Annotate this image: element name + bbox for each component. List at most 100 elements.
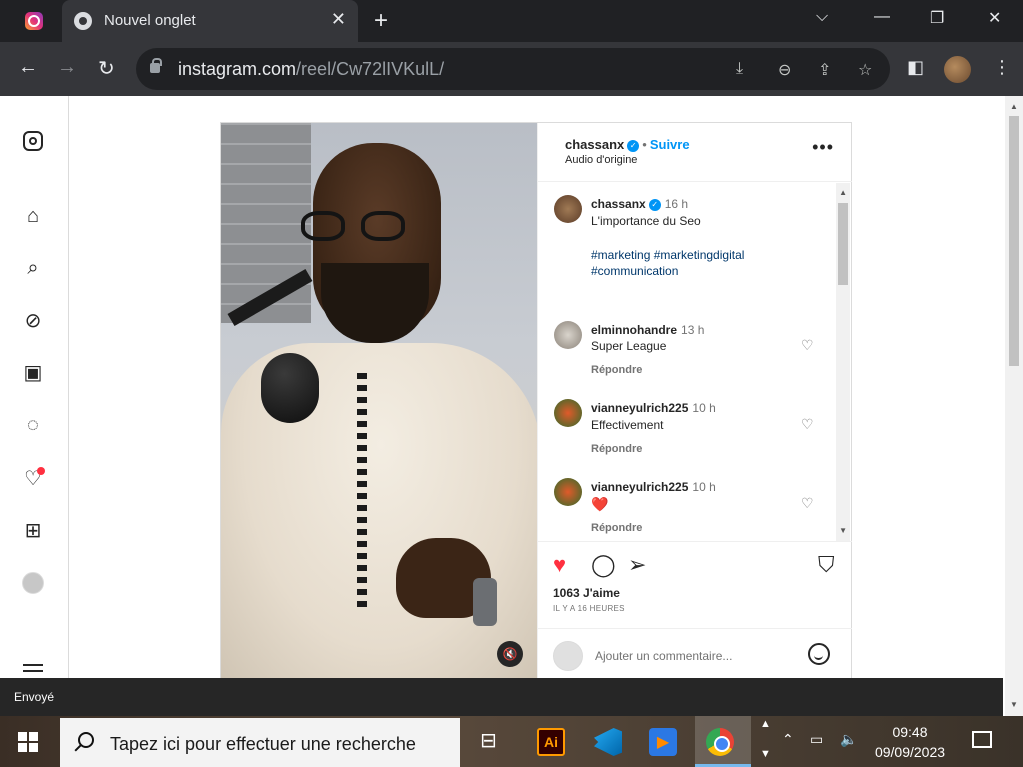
avatar[interactable] [554,321,582,349]
media-player-icon[interactable]: ▶ [649,728,677,756]
browser-toolbar: ← → ↻ instagram.com/reel/Cw72lIVKulL/ ⤓ … [0,42,1023,96]
video-person-glasses [301,211,441,243]
share-post-icon[interactable]: ➢ [628,552,646,578]
comments-scrollbar-thumb[interactable] [838,203,848,285]
scroll-down-icon[interactable]: ▼ [839,526,847,535]
network-icon[interactable]: ▭ [810,731,823,748]
caption-hashtags-1[interactable]: #marketing #marketingdigital [591,248,744,262]
reply-button[interactable]: Répondre [591,522,642,534]
tab-search-icon[interactable]: ⌵ [816,8,828,26]
page-scroll-up-icon[interactable]: ▲ [1010,102,1018,111]
search-icon[interactable]: ⌕ [21,256,45,280]
instagram-logo-icon[interactable] [21,129,45,153]
page-scrollbar-thumb[interactable] [1009,116,1019,366]
comment-like-icon[interactable]: ♡ [801,495,814,512]
likes-count[interactable]: 1063 J'aime [553,586,620,600]
taskbar-search-placeholder: Tapez ici pour effectuer une recherche [110,734,416,754]
task-view-icon[interactable]: ⊟ [480,728,497,753]
back-icon[interactable]: ← [18,56,38,79]
overflow-up-icon[interactable]: ▲ [760,718,771,730]
reply-button[interactable]: Répondre [591,364,642,376]
caption-hashtags-2[interactable]: #communication [591,264,678,278]
home-icon[interactable]: ⌂ [21,204,45,228]
mute-icon[interactable]: 🔇 [497,641,523,667]
forward-icon[interactable]: → [57,56,77,79]
tab-new[interactable]: Nouvel onglet ✕ [62,0,358,42]
avatar[interactable] [554,478,582,506]
reels-icon[interactable]: ▣ [21,360,45,384]
close-tab-icon[interactable]: ✕ [331,9,346,30]
action-center-icon[interactable] [972,731,992,748]
comment-time: 10 h [692,480,716,494]
overflow-down-icon[interactable]: ▼ [760,748,771,760]
star-icon[interactable]: ☆ [858,60,872,80]
comment-input[interactable]: Ajouter un commentaire... [595,649,732,663]
lock-icon[interactable] [150,58,162,73]
search-icon [78,732,94,748]
like-icon[interactable]: ♥ [553,552,566,578]
side-panel-icon[interactable]: ◧ [907,57,924,78]
minimize-button[interactable]: — [874,8,890,26]
taskbar-search[interactable]: Tapez ici pour effectuer une recherche [60,718,460,767]
show-hidden-icons[interactable]: ⌃ [782,731,794,748]
share-icon[interactable]: ⇪ [818,60,831,80]
reply-button[interactable]: Répondre [591,443,642,455]
clock-time: 09:48 [892,724,928,740]
reload-icon[interactable]: ↻ [98,56,115,81]
comment-text: Super League [591,339,667,353]
comment-username[interactable]: vianneyulrich225 [591,480,688,494]
comment-user: vianneyulrich225 10 h [591,480,716,494]
comment-like-icon[interactable]: ♡ [801,337,814,354]
comment-time: 10 h [692,401,716,415]
comment-time: 13 h [681,323,705,337]
caption-text: L'importance du Seo [591,214,701,228]
audio-label[interactable]: Audio d'origine [565,154,637,166]
new-tab-button[interactable]: + [374,7,388,35]
restore-button[interactable]: ❐ [930,8,944,28]
add-comment-bar: Ajouter un commentaire... [538,628,852,678]
tab-instagram[interactable] [10,0,58,42]
more-menu-icon[interactable] [23,664,43,666]
profile-avatar-sidebar[interactable] [22,572,44,594]
address-bar[interactable]: instagram.com/reel/Cw72lIVKulL/ ⤓ ⊖ ⇪ ☆ [136,48,890,90]
comment-username[interactable]: elminnohandre [591,323,677,337]
follow-button[interactable]: Suivre [650,137,690,152]
taskbar-clock[interactable]: 09:48 09/09/2023 [860,722,960,762]
post-time: IL Y A 16 HEURES [553,604,625,613]
menu-icon[interactable]: ⋮ [993,57,1011,78]
close-window-button[interactable]: ✕ [988,8,1001,28]
zoom-icon[interactable]: ⊖ [778,60,791,80]
avatar[interactable] [554,399,582,427]
comment-username[interactable]: vianneyulrich225 [591,401,688,415]
vscode-icon[interactable] [594,728,622,756]
illustrator-icon[interactable]: Ai [537,728,565,756]
install-icon[interactable]: ⤓ [736,60,743,78]
save-icon[interactable]: ⛉ [818,552,835,578]
comment-icon[interactable]: ◯ [591,552,616,578]
scroll-up-icon[interactable]: ▲ [839,188,847,197]
comment-like-icon[interactable]: ♡ [801,416,814,433]
comment-user: elminnohandre 13 h [591,323,704,337]
emoji-icon[interactable] [808,643,830,665]
profile-avatar[interactable] [944,56,971,83]
reel-video[interactable]: 🔇 [221,123,537,678]
windows-start-icon[interactable] [18,732,38,752]
page-scroll-down-icon[interactable]: ▼ [1010,700,1018,709]
comment-user: vianneyulrich225 10 h [591,401,716,415]
url-text[interactable]: instagram.com/reel/Cw72lIVKulL/ [178,59,444,80]
toast-text: Envoyé [14,690,55,704]
page-scrollbar[interactable]: ▲ ▼ [1005,96,1023,716]
video-person-beard [321,263,429,343]
post-username[interactable]: chassanx [565,137,624,152]
messenger-icon[interactable]: ◌ [21,413,45,437]
chrome-icon[interactable] [706,728,734,756]
more-options-icon[interactable]: ••• [812,137,834,158]
tab-title: Nouvel onglet [104,12,196,29]
explore-icon[interactable]: ⊘ [21,308,45,332]
caption-username[interactable]: chassanx [591,197,646,211]
volume-icon[interactable]: 🔈 [840,731,857,748]
comment-text: ❤️ [591,496,609,512]
create-icon[interactable]: ⊞ [21,518,45,542]
avatar[interactable] [554,195,582,223]
video-watch [473,578,497,626]
